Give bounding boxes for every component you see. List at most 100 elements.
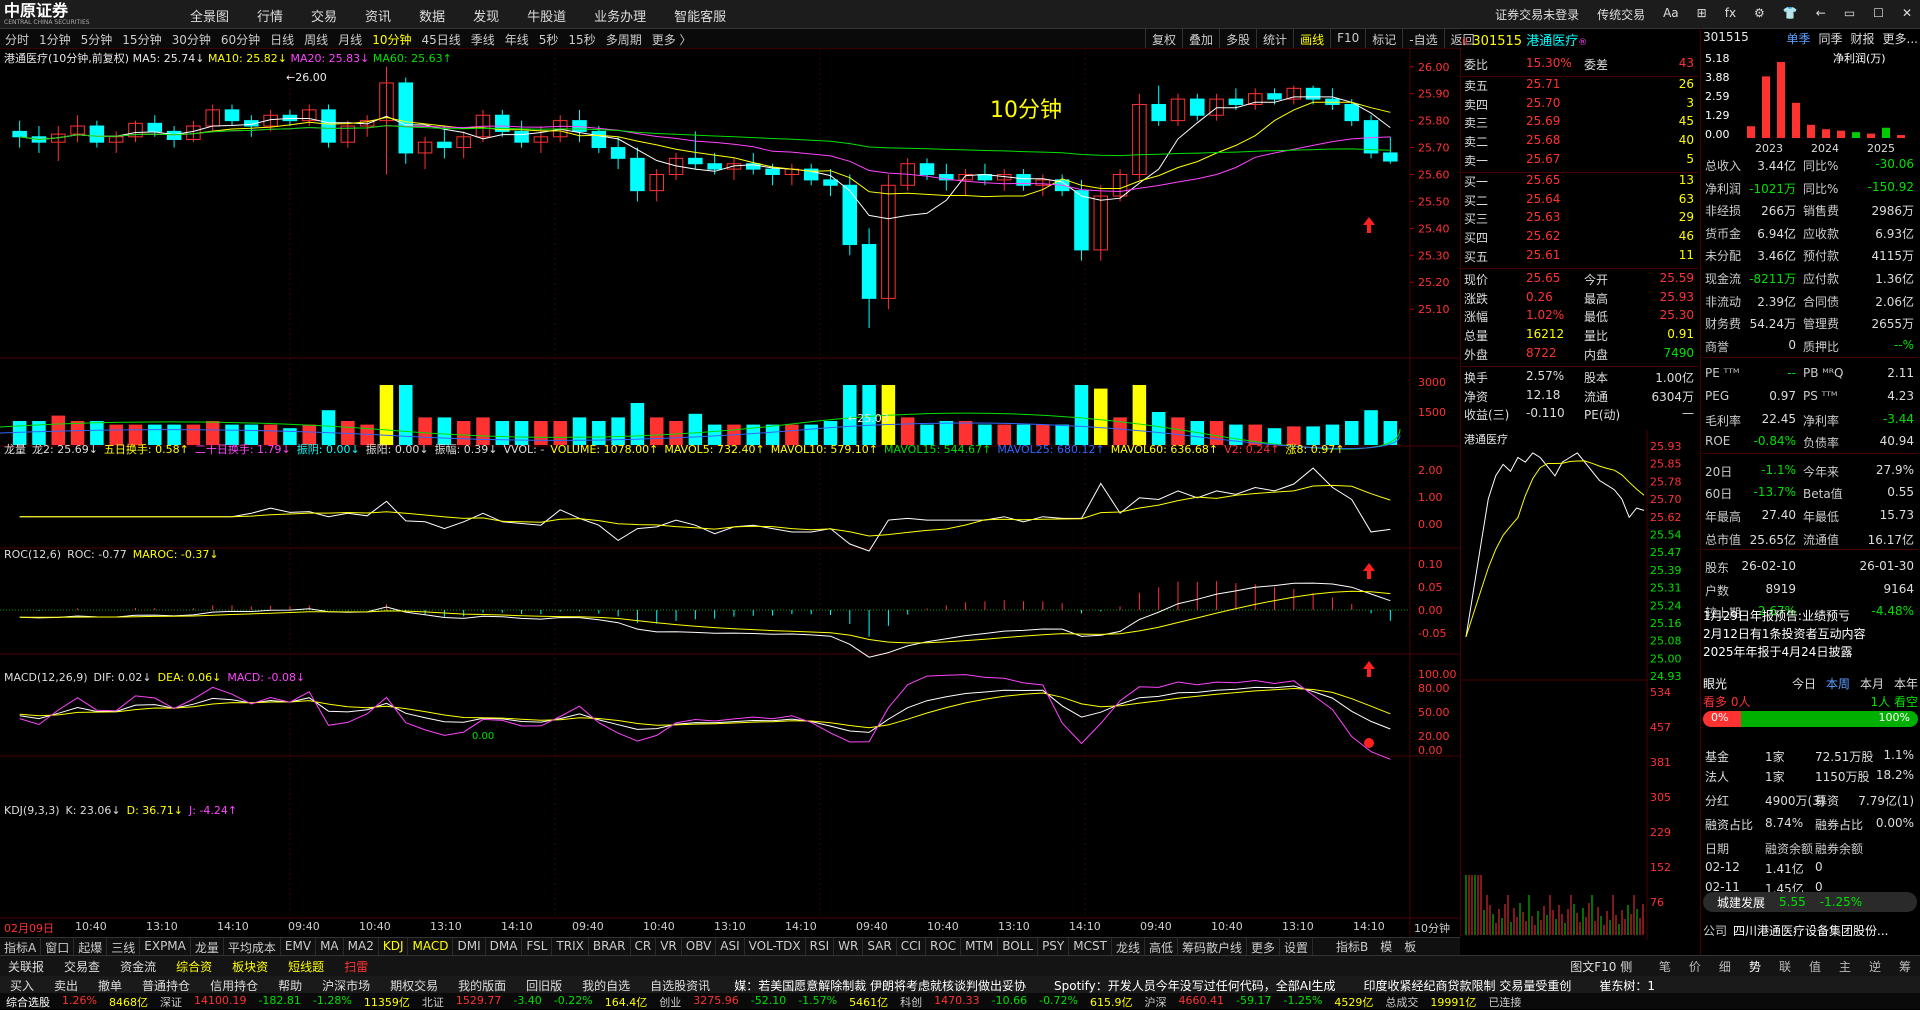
indicator-tab-22[interactable]: RSI xyxy=(806,938,835,955)
indicator-tab-32[interactable]: 高低 xyxy=(1145,938,1178,955)
news-ticker-1[interactable]: Spotify：开发人员今年没写过任何代码，全部AI生成 xyxy=(1040,976,1349,993)
chart-tool-6[interactable]: 标记 xyxy=(1365,29,1402,48)
menu-item-2[interactable]: 交易 xyxy=(311,6,337,25)
indicator-tab-16[interactable]: BRAR xyxy=(589,938,631,955)
indicator-tab-35[interactable]: 设置 xyxy=(1280,938,1314,955)
indicator-tab-6[interactable]: 平均成本 xyxy=(224,938,281,955)
chart-tool-1[interactable]: 叠加 xyxy=(1182,29,1219,48)
news-ticker-0[interactable]: 媒：若美国愿意解除制裁 伊朗将考虑就核谈判做出妥协 xyxy=(720,976,1040,993)
info-tab-5[interactable]: 短线题因 xyxy=(280,956,336,991)
top-tool-0[interactable]: 证券交易未登录 xyxy=(1495,6,1579,23)
eye-tab-2[interactable]: 本月 xyxy=(1860,675,1884,693)
period-tab-3[interactable]: 15分钟 xyxy=(117,29,166,48)
indicator-tab-21[interactable]: VOL-TDX xyxy=(745,938,806,955)
period-tab-2[interactable]: 5分钟 xyxy=(76,29,118,48)
indicator-tab-30[interactable]: MCST xyxy=(1069,938,1112,955)
fin-tab-3[interactable]: 更多... xyxy=(1883,30,1918,47)
trade-btn-2[interactable]: 撤单 xyxy=(88,976,132,993)
indicator-tab-3[interactable]: 三线 xyxy=(107,938,141,955)
indicator-tab-15[interactable]: TRIX xyxy=(552,938,589,955)
indicator-tab-14[interactable]: FSL xyxy=(522,938,553,955)
indicator-tab-34[interactable]: 更多 xyxy=(1247,938,1280,955)
trade-btn-7[interactable]: 期权交易 xyxy=(380,976,448,993)
top-tool-9[interactable]: ☐ xyxy=(1873,6,1884,23)
indicator-tab-0[interactable]: 指标A xyxy=(0,938,42,955)
menu-item-7[interactable]: 业务办理 xyxy=(594,6,646,25)
indicator-tab-9[interactable]: MA2 xyxy=(344,938,379,955)
side-tab-6[interactable]: 主 xyxy=(1830,956,1860,976)
trade-btn-9[interactable]: 回旧版 xyxy=(516,976,572,993)
company-name[interactable]: 四川港通医疗设备集团股份... xyxy=(1733,924,1888,938)
top-tool-5[interactable]: ⚙ xyxy=(1754,6,1765,23)
period-tab-9[interactable]: 10分钟 xyxy=(367,29,416,48)
indicator-tab-31[interactable]: 龙线 xyxy=(1112,938,1145,955)
period-tab-12[interactable]: 年线 xyxy=(500,29,534,48)
chart-tool-3[interactable]: 统计 xyxy=(1256,29,1293,48)
indicator-tab-20[interactable]: ASI xyxy=(716,938,745,955)
trade-btn-3[interactable]: 普通持仓 xyxy=(132,976,200,993)
trade-btn-6[interactable]: 沪深市场 xyxy=(312,976,380,993)
chart-tool-7[interactable]: -自选 xyxy=(1402,29,1443,48)
period-tab-6[interactable]: 日线 xyxy=(265,29,299,48)
chart-tool-5[interactable]: F10 xyxy=(1330,29,1365,48)
chart-tool-4[interactable]: 画线 xyxy=(1293,29,1330,48)
news-ticker-2[interactable]: 印度收紧经纪商贷款限制 交易量受重创 xyxy=(1350,976,1586,993)
top-tool-2[interactable]: Aa xyxy=(1663,6,1679,23)
indicator-tab-19[interactable]: OBV xyxy=(682,938,717,955)
sector-chip[interactable]: 城建发展 5.55 -1.25% xyxy=(1703,892,1917,912)
indicator-tab-28[interactable]: BOLL xyxy=(998,938,1039,955)
fin-tab-1[interactable]: 同季 xyxy=(1819,30,1843,47)
side-tab-4[interactable]: 联 xyxy=(1770,956,1800,976)
top-tool-1[interactable]: 传统交易 xyxy=(1597,6,1645,23)
menu-item-0[interactable]: 全景图 xyxy=(190,6,229,25)
indicator-tab-33[interactable]: 筹码散户线 xyxy=(1178,938,1247,955)
indicator-tab-13[interactable]: DMA xyxy=(486,938,523,955)
indicator-tab-26[interactable]: ROC xyxy=(926,938,962,955)
fin-tab-2[interactable]: 财报 xyxy=(1851,30,1875,47)
fin-tab-0[interactable]: 单季 xyxy=(1787,30,1811,47)
trade-btn-11[interactable]: 自选股资讯 xyxy=(640,976,720,993)
info-tab-4[interactable]: 板块资讯 xyxy=(224,956,280,991)
info-tab-2[interactable]: 资金流向 xyxy=(112,956,168,991)
news-ticker-3[interactable]: 崔东树：1 xyxy=(1585,976,1669,993)
indicator-tab-right-1[interactable]: 模 xyxy=(1374,937,1398,956)
period-tab-0[interactable]: 分时 xyxy=(0,29,34,48)
info-tab-6[interactable]: 扫雷宝 xyxy=(336,956,382,991)
eye-tab-3[interactable]: 本年 xyxy=(1894,675,1918,693)
period-tab-11[interactable]: 季线 xyxy=(466,29,500,48)
side-tab-7[interactable]: 逆 xyxy=(1860,956,1890,976)
indicator-tab-18[interactable]: VR xyxy=(656,938,682,955)
period-tab-8[interactable]: 月线 xyxy=(333,29,367,48)
period-tab-10[interactable]: 45日线 xyxy=(416,29,465,48)
menu-item-3[interactable]: 资讯 xyxy=(365,6,391,25)
top-tool-3[interactable]: ⊞ xyxy=(1697,6,1707,23)
info-tab-3[interactable]: 综合资讯 xyxy=(168,956,224,991)
indicator-tab-17[interactable]: CR xyxy=(631,938,657,955)
trade-btn-4[interactable]: 信用持仓 xyxy=(200,976,268,993)
indicator-tab-10[interactable]: KDJ xyxy=(379,938,409,955)
trade-btn-1[interactable]: 卖出 xyxy=(44,976,88,993)
chart-tool-2[interactable]: 多股 xyxy=(1219,29,1256,48)
indicator-tab-24[interactable]: SAR xyxy=(863,938,897,955)
period-tab-14[interactable]: 15秒 xyxy=(563,29,600,48)
side-tab-3[interactable]: 势 xyxy=(1740,956,1770,976)
trade-btn-10[interactable]: 我的自选 xyxy=(572,976,640,993)
info-tab-1[interactable]: 交易查询 xyxy=(56,956,112,991)
period-tab-7[interactable]: 周线 xyxy=(299,29,333,48)
indicator-tab-right-2[interactable]: 板 xyxy=(1398,937,1422,956)
side-tab-2[interactable]: 细 xyxy=(1710,956,1740,976)
side-tab-1[interactable]: 价 xyxy=(1680,956,1710,976)
indicator-tab-29[interactable]: PSY xyxy=(1038,938,1070,955)
news-item-2[interactable]: 2025年年报于4月24日披露 xyxy=(1703,643,1918,661)
top-tool-7[interactable]: ← xyxy=(1816,6,1826,23)
indicator-tab-23[interactable]: WR xyxy=(834,938,864,955)
indicator-tab-1[interactable]: 窗口 xyxy=(41,938,75,955)
chart-tool-0[interactable]: 复权 xyxy=(1145,29,1182,48)
period-tab-5[interactable]: 60分钟 xyxy=(216,29,265,48)
trade-btn-8[interactable]: 我的版面 xyxy=(448,976,516,993)
indicator-tab-8[interactable]: MA xyxy=(316,938,344,955)
trade-btn-0[interactable]: 买入 xyxy=(0,976,44,993)
period-tab-13[interactable]: 5秒 xyxy=(534,29,564,48)
intraday-chart[interactable]: 25.93 25.85 25.78 25.70 25.62 25.54 25.47 25.39… xyxy=(1462,430,1698,940)
top-tool-4[interactable]: fx xyxy=(1725,6,1736,23)
